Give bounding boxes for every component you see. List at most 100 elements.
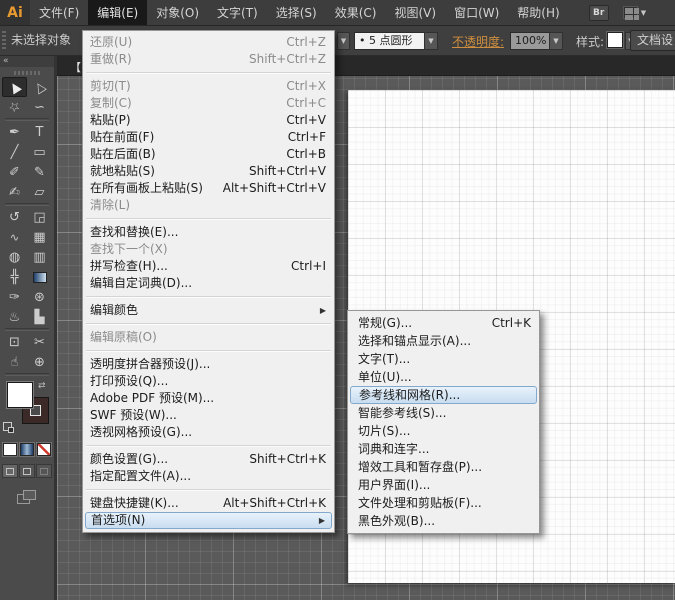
menu-item-copy: 复制(C)Ctrl+C <box>83 95 334 112</box>
brush-definition-field[interactable]: • 5 点圆形 <box>354 32 425 50</box>
menu-help[interactable]: 帮助(H) <box>508 0 568 25</box>
submenu-item-file-handling-clipboard[interactable]: 文件处理和剪贴板(F)... <box>348 494 539 512</box>
collapse-panel-icon[interactable]: « <box>0 56 54 67</box>
workspace-switcher[interactable]: ▼ <box>623 6 646 19</box>
draw-inside-mode-icon[interactable] <box>36 464 52 478</box>
submenu-item-user-interface[interactable]: 用户界面(I)... <box>348 476 539 494</box>
fill-swatch[interactable] <box>7 382 33 408</box>
menu-select[interactable]: 选择(S) <box>267 0 326 25</box>
menu-item-transparency-flattener-presets[interactable]: 透明度拼合器预设(J)... <box>83 356 334 373</box>
menu-item-preferences[interactable]: 首选项(N)▶ <box>85 512 332 529</box>
submenu-item-selection-anchor-display[interactable]: 选择和锚点显示(A)... <box>348 332 539 350</box>
menu-type[interactable]: 文字(T) <box>208 0 267 25</box>
artboard-tool[interactable]: ⊡ <box>2 332 27 352</box>
shape-builder-tool[interactable]: ◍ <box>2 247 27 267</box>
opacity-value-field[interactable]: 100% <box>510 32 550 50</box>
symbol-sprayer-tool[interactable]: ♨ <box>2 307 27 327</box>
draw-normal-mode-icon[interactable] <box>2 464 18 478</box>
menu-item-edit-original: 编辑原稿(O) <box>83 329 334 346</box>
submenu-item-general[interactable]: 常规(G)...Ctrl+K <box>348 314 539 332</box>
menu-window[interactable]: 窗口(W) <box>445 0 508 25</box>
tool-grid: ▲ △ ☆ ∽ <box>0 77 54 117</box>
menu-edit[interactable]: 编辑(E) <box>88 0 147 25</box>
menu-separator <box>84 441 333 451</box>
menu-file[interactable]: 文件(F) <box>30 0 88 25</box>
document-setup-button[interactable]: 文档设 <box>630 30 675 51</box>
document-tab-fragment[interactable]: 【 <box>70 59 81 75</box>
perspective-grid-tool[interactable]: ▥ <box>27 247 52 267</box>
menu-view[interactable]: 视图(V) <box>385 0 445 25</box>
menu-item-perspective-grid-presets[interactable]: 透视网格预设(G)... <box>83 424 334 441</box>
submenu-item-units[interactable]: 单位(U)... <box>348 368 539 386</box>
scale-tool[interactable]: ◲ <box>27 207 52 227</box>
rotate-tool[interactable]: ↺ <box>2 207 27 227</box>
none-button[interactable] <box>37 443 51 456</box>
menu-item-paste-on-all-artboards[interactable]: 在所有画板上粘贴(S)Alt+Shift+Ctrl+V <box>83 180 334 197</box>
gradient-swatch-icon <box>33 272 47 283</box>
menu-item-color-settings[interactable]: 颜色设置(G)...Shift+Ctrl+K <box>83 451 334 468</box>
rectangle-tool[interactable]: ▭ <box>27 142 52 162</box>
pen-tool[interactable]: ✒ <box>2 122 27 142</box>
gradient-tool[interactable] <box>27 267 52 287</box>
lasso-tool[interactable]: ∽ <box>27 97 52 117</box>
slice-tool[interactable]: ✂ <box>27 332 52 352</box>
blend-tool[interactable]: ⊛ <box>27 287 52 307</box>
style-swatch[interactable] <box>607 32 623 48</box>
direct-selection-arrow-icon: △ <box>31 78 47 96</box>
menu-item-print-presets[interactable]: 打印预设(Q)... <box>83 373 334 390</box>
fill-stroke-control: ⇄ <box>0 381 54 439</box>
menu-separator <box>84 346 333 356</box>
submenu-item-smart-guides[interactable]: 智能参考线(S)... <box>348 404 539 422</box>
bridge-icon[interactable]: Br <box>589 5 609 21</box>
menu-object[interactable]: 对象(O) <box>147 0 208 25</box>
menu-item-paste-in-place[interactable]: 就地粘贴(S)Shift+Ctrl+V <box>83 163 334 180</box>
submenu-item-black-appearance[interactable]: 黑色外观(B)... <box>348 512 539 530</box>
opacity-link[interactable]: 不透明度: <box>452 33 504 50</box>
menu-item-edit-colors[interactable]: 编辑颜色▶ <box>83 302 334 319</box>
menu-item-paste-in-front[interactable]: 贴在前面(F)Ctrl+F <box>83 129 334 146</box>
magic-wand-icon: ☆ <box>6 98 24 117</box>
selection-tool[interactable]: ▲ <box>2 77 27 97</box>
blob-brush-tool[interactable]: ✍ <box>2 182 27 202</box>
screen-mode-icon[interactable] <box>17 490 37 506</box>
zoom-tool[interactable]: ⊕ <box>27 352 52 372</box>
default-fill-stroke-icon[interactable] <box>3 422 12 431</box>
submenu-item-guides-grid[interactable]: 参考线和网格(R)... <box>350 386 537 404</box>
brush-dropdown-arrow[interactable]: ▼ <box>424 32 438 50</box>
menu-item-assign-profile[interactable]: 指定配置文件(A)... <box>83 468 334 485</box>
menu-item-paste-in-back[interactable]: 贴在后面(B)Ctrl+B <box>83 146 334 163</box>
submenu-item-dictionary-hyphenation[interactable]: 词典和连字... <box>348 440 539 458</box>
mesh-tool[interactable]: ╬ <box>2 267 27 287</box>
paintbrush-tool[interactable]: ✐ <box>2 162 27 182</box>
panel-grip[interactable] <box>2 31 6 51</box>
direct-selection-tool[interactable]: △ <box>27 77 52 97</box>
submenu-item-plugins-scratch-disks[interactable]: 增效工具和暂存盘(P)... <box>348 458 539 476</box>
column-graph-tool[interactable]: ▙ <box>27 307 52 327</box>
line-segment-tool[interactable]: ╱ <box>2 142 27 162</box>
eraser-tool[interactable]: ▱ <box>27 182 52 202</box>
width-tool[interactable]: ∿ <box>2 227 27 247</box>
menu-item-edit-custom-dictionary[interactable]: 编辑自定词典(D)... <box>83 275 334 292</box>
free-transform-tool[interactable]: ▦ <box>27 227 52 247</box>
opacity-dropdown-arrow[interactable]: ▼ <box>549 32 563 50</box>
type-tool[interactable]: T <box>27 122 52 142</box>
menu-effect[interactable]: 效果(C) <box>326 0 386 25</box>
eyedropper-tool[interactable]: ✑ <box>2 287 27 307</box>
menu-item-find-replace[interactable]: 查找和替换(E)... <box>83 224 334 241</box>
color-button[interactable] <box>3 443 17 456</box>
stroke-weight-dropdown-arrow[interactable]: ▼ <box>337 32 350 50</box>
magic-wand-tool[interactable]: ☆ <box>2 97 27 117</box>
submenu-item-type[interactable]: 文字(T)... <box>348 350 539 368</box>
submenu-item-slices[interactable]: 切片(S)... <box>348 422 539 440</box>
draw-behind-mode-icon[interactable] <box>19 464 35 478</box>
menu-item-keyboard-shortcuts[interactable]: 键盘快捷键(K)...Alt+Shift+Ctrl+K <box>83 495 334 512</box>
panel-drag-grip[interactable] <box>14 71 40 75</box>
menu-item-swf-presets[interactable]: SWF 预设(W)... <box>83 407 334 424</box>
gradient-button[interactable] <box>20 443 34 456</box>
menu-item-adobe-pdf-presets[interactable]: Adobe PDF 预设(M)... <box>83 390 334 407</box>
swap-fill-stroke-icon[interactable]: ⇄ <box>38 381 46 391</box>
menu-item-check-spelling[interactable]: 拼写检查(H)...Ctrl+I <box>83 258 334 275</box>
hand-tool[interactable]: ☝ <box>2 352 27 372</box>
menu-item-paste[interactable]: 粘贴(P)Ctrl+V <box>83 112 334 129</box>
pencil-tool[interactable]: ✎ <box>27 162 52 182</box>
